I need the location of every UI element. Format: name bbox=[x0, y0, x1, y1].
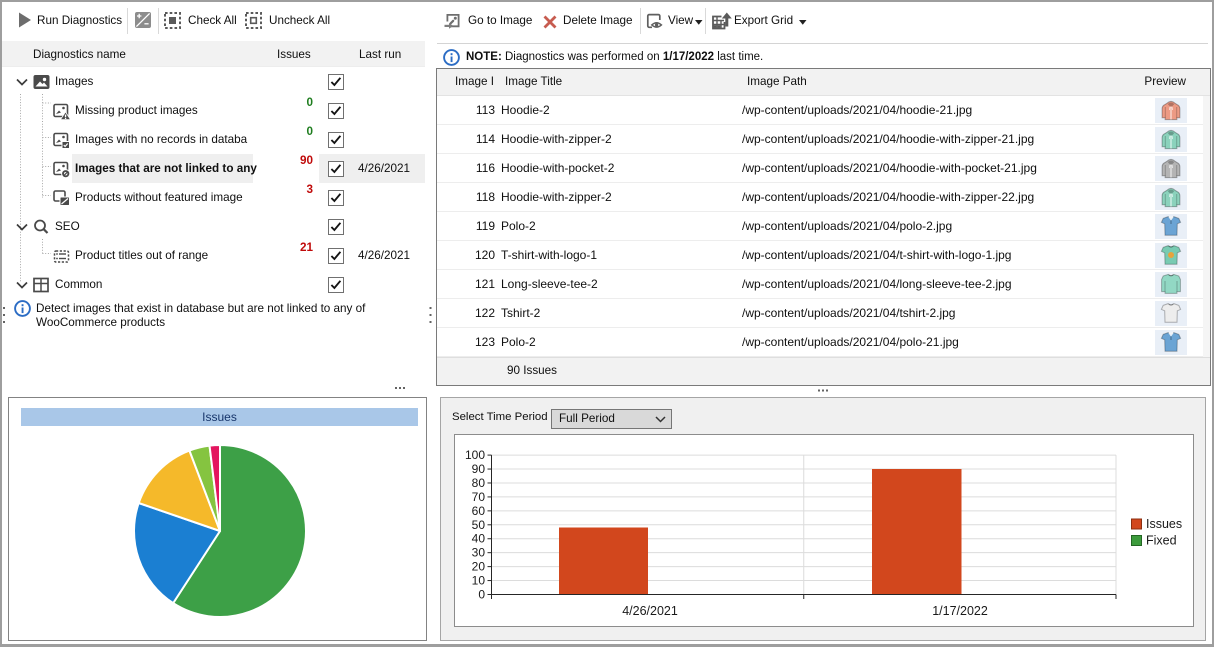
svg-text:Issues: Issues bbox=[1146, 517, 1182, 531]
svg-text:80: 80 bbox=[472, 476, 486, 490]
svg-text:30: 30 bbox=[472, 546, 486, 560]
svg-text:50: 50 bbox=[472, 518, 486, 532]
svg-text:100: 100 bbox=[465, 448, 485, 462]
svg-text:60: 60 bbox=[472, 504, 486, 518]
svg-text:40: 40 bbox=[472, 532, 486, 546]
svg-text:70: 70 bbox=[472, 490, 486, 504]
svg-text:Fixed: Fixed bbox=[1146, 534, 1177, 548]
svg-text:20: 20 bbox=[472, 560, 486, 574]
svg-text:0: 0 bbox=[478, 588, 485, 602]
svg-text:10: 10 bbox=[472, 574, 486, 588]
svg-text:90: 90 bbox=[472, 462, 486, 476]
svg-text:4/26/2021: 4/26/2021 bbox=[622, 604, 678, 618]
svg-text:1/17/2022: 1/17/2022 bbox=[932, 604, 988, 618]
